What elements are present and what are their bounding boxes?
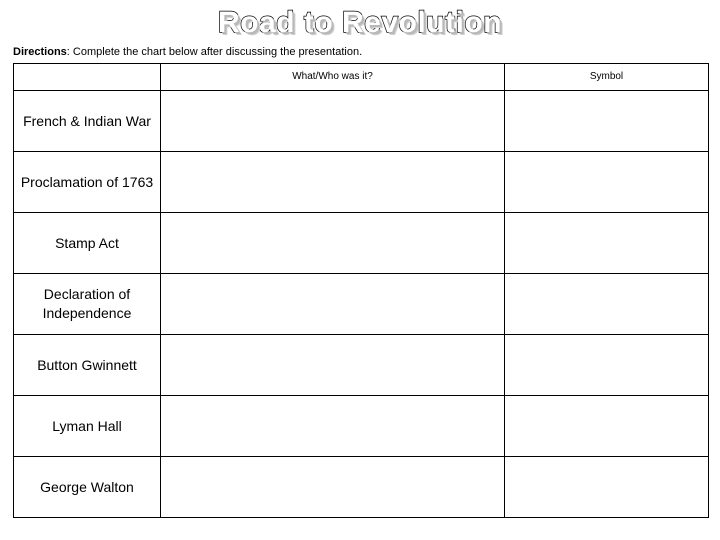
symbol-cell[interactable]	[504, 334, 709, 396]
table-row: French & Indian War	[13, 90, 709, 152]
road-to-revolution-chart: What/Who was it? Symbol French & Indian …	[13, 63, 709, 518]
directions-text: : Complete the chart below after discuss…	[66, 46, 363, 58]
column-header-what: What/Who was it?	[160, 63, 505, 91]
symbol-cell[interactable]	[504, 395, 709, 457]
answer-cell[interactable]	[160, 90, 505, 152]
answer-cell[interactable]	[160, 456, 505, 518]
term-label: Button Gwinnett	[13, 334, 161, 396]
directions-line: Directions: Complete the chart below aft…	[13, 45, 362, 59]
term-label: George Walton	[13, 456, 161, 518]
symbol-cell[interactable]	[504, 90, 709, 152]
symbol-cell[interactable]	[504, 456, 709, 518]
column-header-symbol: Symbol	[504, 63, 709, 91]
term-label: Declaration of Independence	[13, 273, 161, 335]
answer-cell[interactable]	[160, 273, 505, 335]
table-header-row: What/Who was it? Symbol	[13, 63, 709, 91]
table-row: George Walton	[13, 456, 709, 518]
table-row: Declaration of Independence	[13, 273, 709, 335]
column-header-term	[13, 63, 161, 91]
title-block: Road to Revolution	[0, 5, 720, 42]
symbol-cell[interactable]	[504, 151, 709, 213]
symbol-cell[interactable]	[504, 212, 709, 274]
table-row: Button Gwinnett	[13, 334, 709, 396]
table-row: Stamp Act	[13, 212, 709, 274]
symbol-cell[interactable]	[504, 273, 709, 335]
page-title: Road to Revolution	[217, 5, 502, 39]
directions-label: Directions	[13, 46, 67, 58]
term-label: Proclamation of 1763	[13, 151, 161, 213]
table-row: Proclamation of 1763	[13, 151, 709, 213]
answer-cell[interactable]	[160, 395, 505, 457]
answer-cell[interactable]	[160, 212, 505, 274]
answer-cell[interactable]	[160, 151, 505, 213]
answer-cell[interactable]	[160, 334, 505, 396]
term-label: Stamp Act	[13, 212, 161, 274]
table-row: Lyman Hall	[13, 395, 709, 457]
term-label: Lyman Hall	[13, 395, 161, 457]
term-label: French & Indian War	[13, 90, 161, 152]
